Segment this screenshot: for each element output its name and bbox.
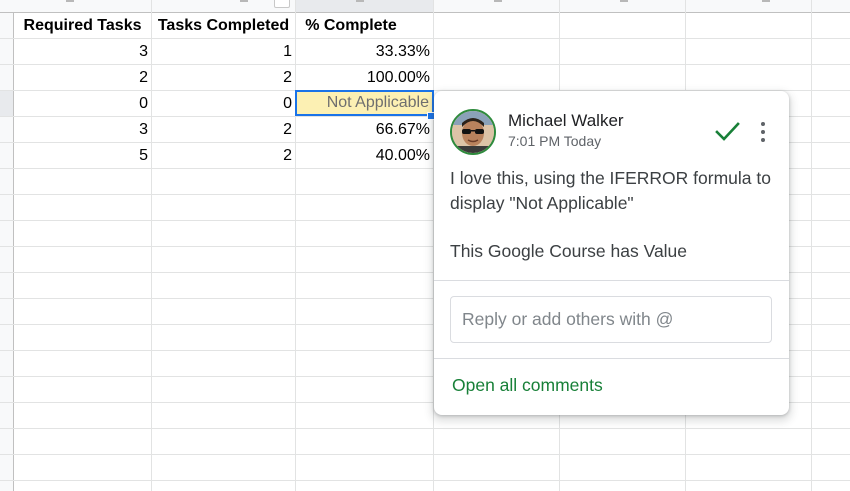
column-header-strip[interactable] (0, 0, 850, 13)
column-header-text-stub (66, 0, 74, 2)
cell-percent-complete[interactable]: 66.67% (296, 117, 433, 143)
header-cell-required-tasks[interactable]: Required Tasks (14, 13, 151, 39)
gridline-horizontal (0, 454, 850, 455)
open-all-comments-link[interactable]: Open all comments (452, 375, 603, 396)
header-cell-percent-complete[interactable]: % Complete (296, 13, 406, 39)
more-options-button[interactable] (754, 118, 772, 146)
checkmark-icon (715, 122, 740, 141)
cell-required-tasks[interactable]: 5 (14, 143, 151, 169)
selected-row-header[interactable] (0, 91, 13, 116)
cell-required-tasks[interactable]: 0 (14, 91, 151, 117)
column-header-text-stub (620, 0, 628, 2)
cell-percent-complete[interactable]: 40.00% (296, 143, 433, 169)
comment-text: I love this, using the IFERROR formula t… (450, 168, 771, 213)
cell-tasks-completed[interactable]: 2 (152, 143, 295, 169)
row-header-strip[interactable] (0, 13, 14, 491)
selected-cell-percent-complete[interactable]: Not Applicable (295, 90, 434, 116)
column-header-text-stub (240, 0, 248, 2)
cell-tasks-completed[interactable]: 1 (152, 39, 295, 65)
column-header-text-stub (762, 0, 770, 2)
filter-dropdown-icon[interactable] (274, 0, 290, 8)
comment-text: This Google Course has Value (450, 241, 688, 261)
gridline-horizontal (0, 480, 850, 481)
divider (434, 358, 789, 359)
column-header-text-stub (356, 0, 364, 2)
reply-input[interactable]: Reply or add others with @ (450, 296, 772, 343)
comment-author: Michael Walker (508, 111, 624, 130)
cell-tasks-completed[interactable]: 2 (152, 117, 295, 143)
cell-tasks-completed[interactable]: 0 (152, 91, 295, 117)
cell-percent-complete[interactable]: 33.33% (296, 39, 433, 65)
cell-required-tasks[interactable]: 3 (14, 39, 151, 65)
comment-timestamp: 7:01 PM Today (508, 133, 602, 149)
comment-body: I love this, using the IFERROR formula t… (450, 166, 780, 264)
gridline-horizontal (0, 428, 850, 429)
avatar-photo (452, 111, 494, 153)
column-header-text-stub (494, 0, 502, 2)
cell-required-tasks[interactable]: 3 (14, 117, 151, 143)
cell-required-tasks[interactable]: 2 (14, 65, 151, 91)
divider (434, 280, 789, 281)
selected-column-header[interactable] (296, 0, 433, 12)
comment-card[interactable]: Michael Walker 7:01 PM Today I love this… (434, 91, 789, 415)
cell-percent-complete[interactable]: 100.00% (296, 65, 433, 91)
header-cell-tasks-completed[interactable]: Tasks Completed (152, 13, 295, 39)
resolve-button[interactable] (712, 118, 742, 146)
cell-tasks-completed[interactable]: 2 (152, 65, 295, 91)
avatar[interactable] (450, 109, 496, 155)
